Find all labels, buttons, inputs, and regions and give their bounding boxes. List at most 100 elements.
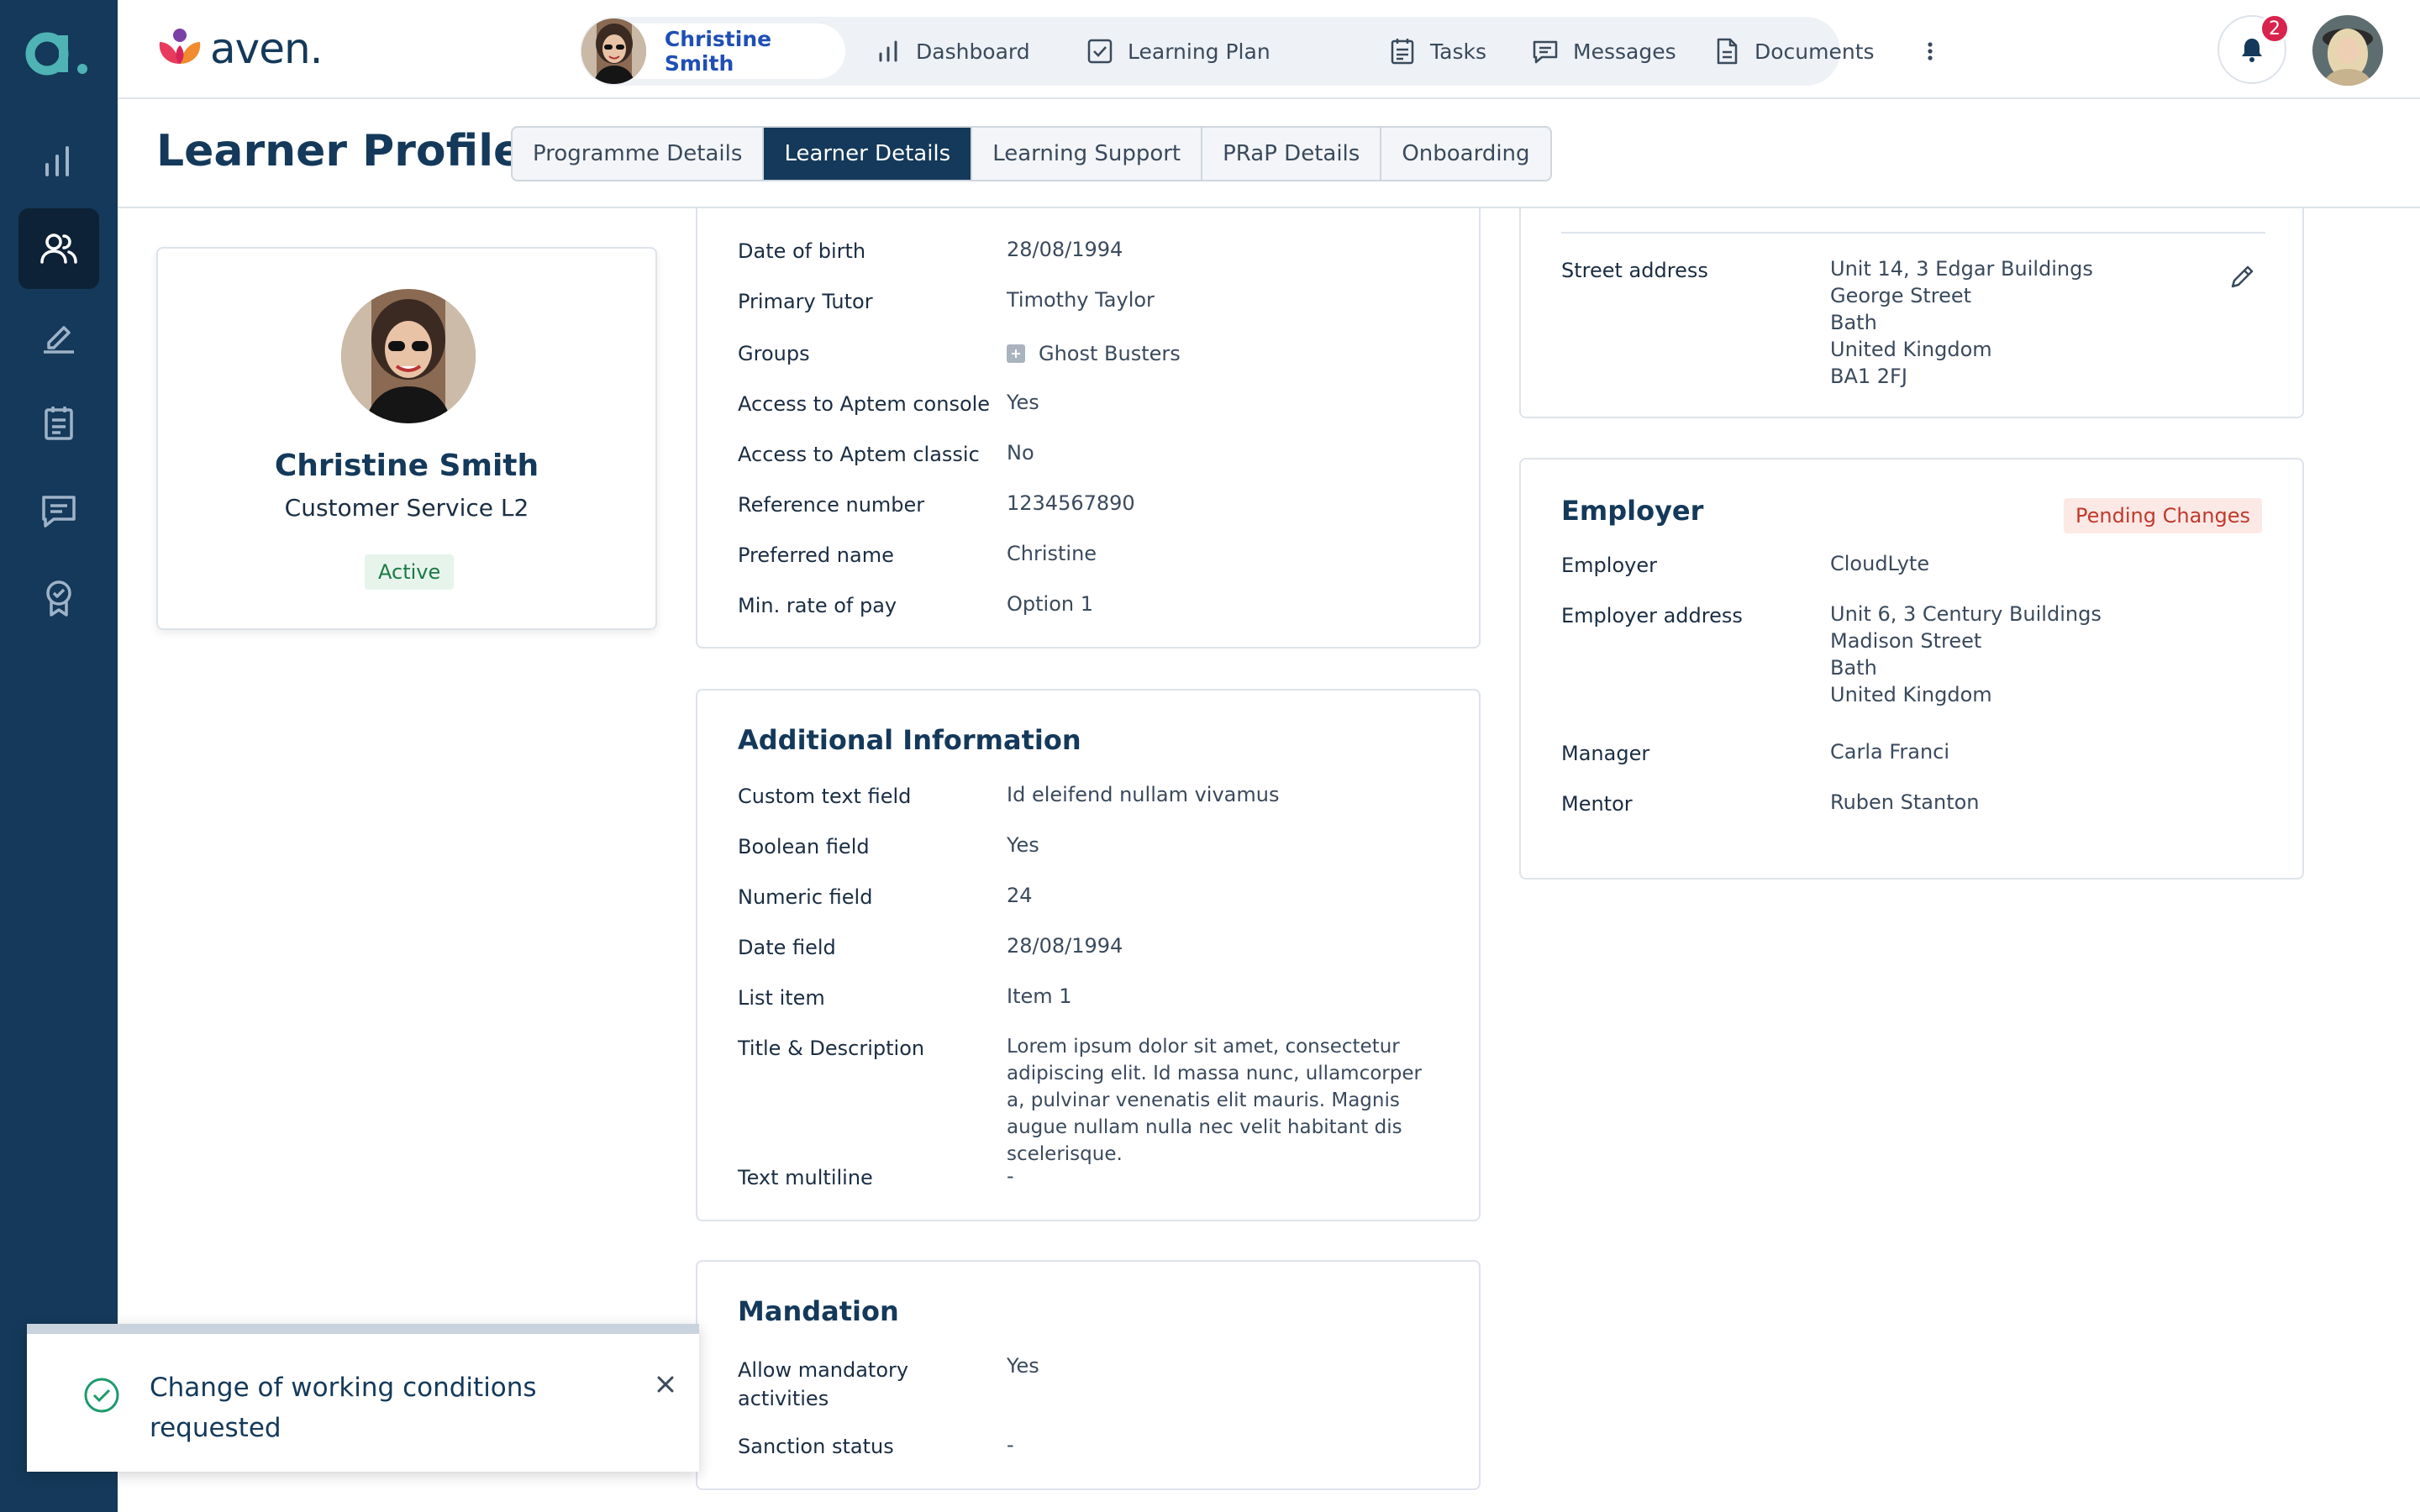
additional-info-card: Additional Information Custom text field… <box>696 689 1481 1221</box>
sidebar-clipboard-icon[interactable] <box>18 383 99 464</box>
nav-dashboard[interactable]: Dashboard <box>874 17 1030 86</box>
detail-value: Option 1 <box>1007 592 1093 616</box>
address-line: United Kingdom <box>1830 338 1992 361</box>
employer-label: Employer <box>1561 554 1657 577</box>
profile-card: Christine Smith Customer Service L2 Acti… <box>156 247 657 630</box>
address-label: Street address <box>1561 259 1708 282</box>
mandation-card: Mandation Allow mandatory activities Yes… <box>696 1260 1481 1490</box>
address-line: Bath <box>1830 311 1877 334</box>
detail-value: Christine <box>1007 542 1097 565</box>
message-icon <box>1533 40 1558 64</box>
sidebar-learners-icon[interactable] <box>18 208 99 289</box>
nav-user-name: Christine Smith <box>664 27 772 76</box>
additional-value: Yes <box>1007 833 1039 857</box>
employer-address-line: Unit 6, 3 Century Buildings <box>1830 602 2102 626</box>
address-line: George Street <box>1830 284 1972 307</box>
additional-label: Text multiline <box>738 1166 873 1189</box>
mandation-label: Allow mandatory activities <box>738 1358 909 1410</box>
profile-course: Customer Service L2 <box>284 494 529 522</box>
nav-messages[interactable]: Messages <box>1531 17 1676 86</box>
nav-tasks-label: Tasks <box>1430 39 1486 64</box>
detail-label: Access to Aptem classic <box>738 443 980 466</box>
sidebar-messages-icon[interactable] <box>18 470 99 551</box>
additional-label: Numeric field <box>738 885 873 909</box>
mandation-label: Sanction status <box>738 1435 894 1458</box>
tab-programme-details[interactable]: Programme Details <box>513 128 765 180</box>
sidebar-dashboard-icon[interactable] <box>18 121 99 202</box>
nav-documents[interactable]: Documents <box>1712 17 1875 86</box>
nav-user-avatar <box>581 18 646 84</box>
checkbox-icon <box>1087 39 1113 64</box>
detail-label: Min. rate of pay <box>738 594 897 617</box>
detail-label: Groups <box>738 342 810 365</box>
divider <box>1561 232 2265 234</box>
edit-pencil-icon[interactable] <box>2227 262 2257 292</box>
additional-value: Item 1 <box>1007 984 1072 1008</box>
notification-count-badge: 2 <box>2260 13 2290 44</box>
profile-name: Christine Smith <box>274 449 539 483</box>
detail-label: Primary Tutor <box>738 290 873 313</box>
detail-value[interactable]: Ghost Busters <box>1039 340 1181 367</box>
more-vertical-icon <box>1928 42 1933 60</box>
nav-learning-plan-label: Learning Plan <box>1128 39 1270 64</box>
detail-value: Timothy Taylor <box>1007 288 1155 312</box>
sidebar-pen-icon[interactable] <box>18 296 99 376</box>
additional-label: List item <box>738 986 825 1010</box>
account-avatar[interactable] <box>2312 15 2383 86</box>
group-icon <box>1007 344 1025 363</box>
detail-value: Yes <box>1007 391 1039 414</box>
nav-learning-plan[interactable]: Learning Plan <box>1086 17 1270 86</box>
tab-onboarding[interactable]: Onboarding <box>1381 128 1549 180</box>
nav-dashboard-label: Dashboard <box>916 39 1030 64</box>
additional-value: 28/08/1994 <box>1007 934 1123 958</box>
detail-value: 28/08/1994 <box>1007 238 1123 261</box>
document-icon <box>1717 38 1738 65</box>
top-bar: aven. Christine Smith Dashboard Learning… <box>118 0 2420 99</box>
additional-label: Custom text field <box>738 785 912 808</box>
notifications-button[interactable]: 2 <box>2217 13 2290 84</box>
additional-label: Title & Description <box>738 1037 925 1060</box>
sidebar <box>0 0 118 1512</box>
nav-user-chip[interactable]: Christine Smith <box>581 18 845 84</box>
section-title: Mandation <box>738 1295 899 1327</box>
profile-photo <box>341 289 476 423</box>
detail-value: 1234567890 <box>1007 491 1135 515</box>
detail-value: No <box>1007 441 1034 465</box>
nav-messages-label: Messages <box>1573 39 1676 64</box>
toast-notification: Change of working conditions requested <box>27 1324 699 1472</box>
tab-learning-support[interactable]: Learning Support <box>972 128 1203 180</box>
nav-documents-label: Documents <box>1754 39 1875 64</box>
profile-tabs: Programme Details Learner Details Learni… <box>511 126 1552 181</box>
detail-label: Access to Aptem console <box>738 392 991 416</box>
detail-label: Date of birth <box>738 239 866 263</box>
manager-value: Carla Franci <box>1830 740 1950 764</box>
additional-value: 24 <box>1007 884 1033 907</box>
mentor-label: Mentor <box>1561 792 1633 816</box>
employer-value: CloudLyte <box>1830 552 1930 575</box>
tab-learner-details[interactable]: Learner Details <box>764 128 973 180</box>
page-title: Learner Profile <box>156 126 523 176</box>
additional-value: - <box>1007 1164 1014 1188</box>
sidebar-award-icon[interactable] <box>18 558 99 638</box>
mandation-value: - <box>1007 1433 1014 1457</box>
clipboard-icon <box>1391 39 1414 65</box>
section-title: Additional Information <box>738 724 1081 756</box>
app-logo[interactable] <box>25 24 92 82</box>
address-line: BA1 2FJ <box>1830 365 1907 388</box>
employer-address-line: Madison Street <box>1830 629 1982 653</box>
detail-label: Preferred name <box>738 543 894 567</box>
additional-label: Boolean field <box>738 835 870 858</box>
status-badge: Active <box>365 554 455 590</box>
toast-message: Change of working conditions requested <box>150 1373 537 1443</box>
check-circle-icon <box>82 1376 121 1415</box>
nav-tasks[interactable]: Tasks <box>1388 17 1486 86</box>
brand-logo[interactable]: aven. <box>155 24 324 74</box>
page-header: Learner Profile Programme Details Learne… <box>118 99 2420 208</box>
tab-prap-details[interactable]: PRaP Details <box>1202 128 1382 180</box>
learner-details-card: Date of birth 28/08/1994 Primary Tutor T… <box>696 168 1481 648</box>
nav-more-button[interactable] <box>1916 17 1944 86</box>
employer-card: Employer Pending Changes Employer CloudL… <box>1519 458 2304 879</box>
bell-icon <box>2242 39 2262 62</box>
close-icon[interactable] <box>649 1368 682 1401</box>
aven-flower-icon <box>159 29 201 64</box>
